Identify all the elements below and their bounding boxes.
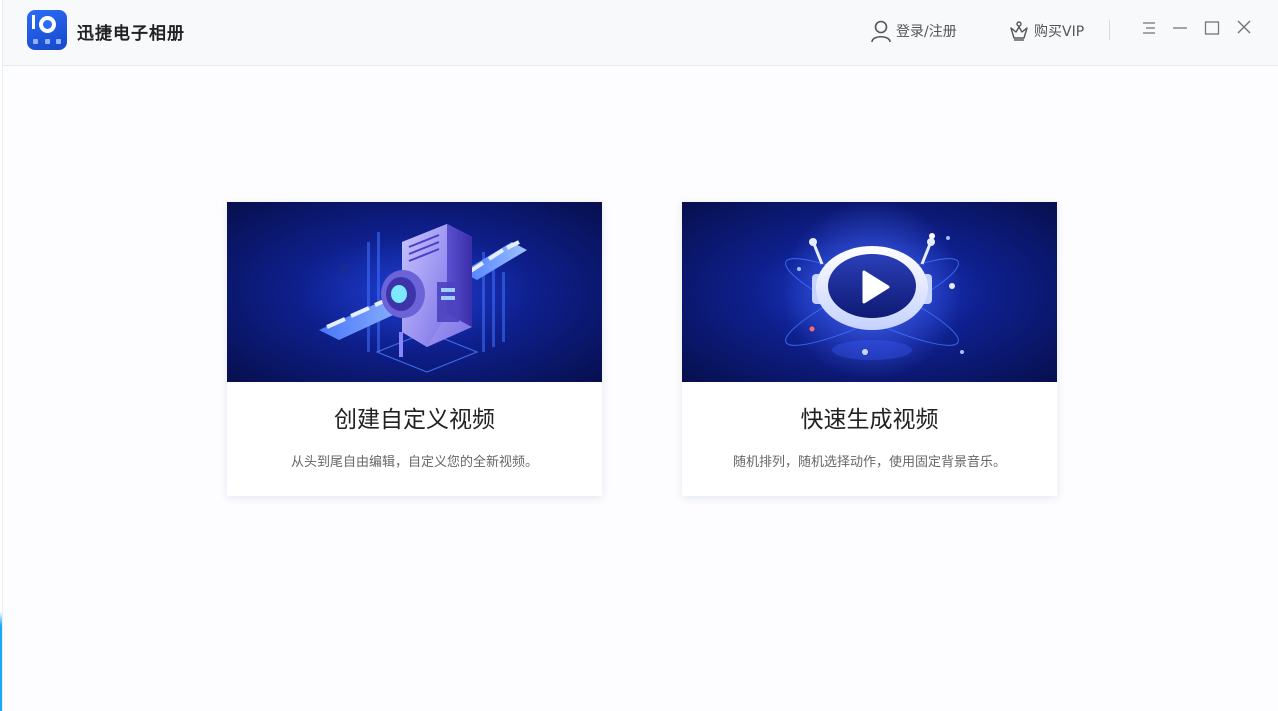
- quick-generate-video-card[interactable]: 快速生成视频 随机排列，随机选择动作，使用固定背景音乐。: [682, 202, 1057, 496]
- create-custom-video-card[interactable]: 创建自定义视频 从头到尾自由编辑，自定义您的全新视频。: [227, 202, 602, 496]
- card-description: 随机排列，随机选择动作，使用固定背景音乐。: [732, 455, 1006, 470]
- app-title: 迅捷电子相册: [77, 24, 185, 44]
- play-button-illustration: [682, 202, 1057, 382]
- crown-icon: [1008, 20, 1030, 42]
- menu-icon: [1141, 20, 1157, 39]
- minimize-button[interactable]: [1171, 20, 1189, 38]
- close-button[interactable]: [1235, 20, 1253, 38]
- buy-vip-button[interactable]: 购买VIP: [1008, 18, 1084, 44]
- menu-button[interactable]: [1140, 20, 1158, 38]
- card-title: 快速生成视频: [800, 407, 939, 433]
- film-machine-illustration: [227, 202, 602, 382]
- maximize-button[interactable]: [1203, 20, 1221, 38]
- header-divider: [1109, 20, 1110, 40]
- card-title: 创建自定义视频: [334, 407, 495, 433]
- buy-vip-label: 购买VIP: [1034, 24, 1085, 40]
- login-register-button[interactable]: 登录/注册: [870, 18, 957, 44]
- minimize-icon: [1172, 20, 1188, 39]
- title-bar: 迅捷电子相册 登录/注册 购买VIP: [3, 0, 1278, 66]
- close-icon: [1236, 19, 1252, 39]
- card-description: 从头到尾自由编辑，自定义您的全新视频。: [290, 455, 538, 470]
- login-register-label: 登录/注册: [896, 24, 957, 40]
- left-window-edge: [0, 0, 3, 711]
- user-icon: [870, 19, 892, 43]
- maximize-icon: [1204, 20, 1220, 39]
- photo-album-logo-icon: [27, 10, 67, 50]
